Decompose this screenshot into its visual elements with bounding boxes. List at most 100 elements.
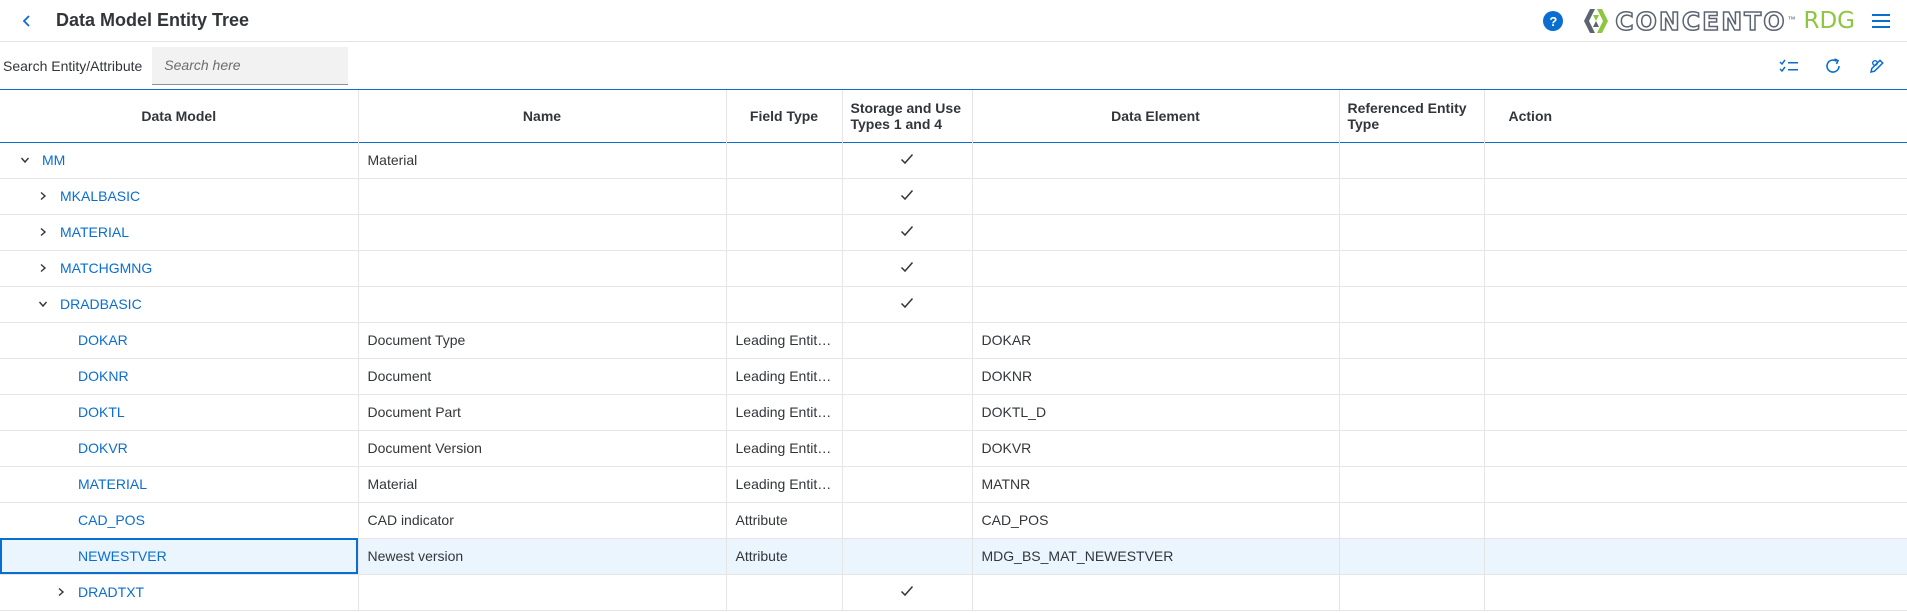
cell-referenced-entity bbox=[1339, 214, 1485, 250]
table-row[interactable]: DOKTL Document PartLeading Entity Type DOK… bbox=[0, 394, 1907, 430]
cell-field-type bbox=[726, 574, 843, 610]
tree-node-link[interactable]: MM bbox=[42, 152, 65, 168]
cell-data-model[interactable]: NEWESTVER bbox=[0, 538, 359, 574]
cell-data-model[interactable]: MM bbox=[0, 142, 359, 178]
col-header-name[interactable]: Name bbox=[358, 90, 727, 142]
table-row[interactable]: MKALBASIC bbox=[0, 178, 1907, 214]
menu-button[interactable] bbox=[1869, 9, 1893, 33]
cell-action bbox=[1484, 178, 1907, 214]
expand-toggle[interactable] bbox=[35, 188, 51, 204]
cell-data-model[interactable]: DOKTL bbox=[0, 394, 359, 430]
app-header: Data Model Entity Tree ? CONCENTO ™ RDG bbox=[0, 0, 1907, 42]
cell-data-model[interactable]: DOKNR bbox=[0, 358, 359, 394]
table-row[interactable]: DOKVR Document VersionLeading Entity Type… bbox=[0, 430, 1907, 466]
table-row[interactable]: MATERIAL bbox=[0, 214, 1907, 250]
tree-node-link[interactable]: DRADBASIC bbox=[60, 296, 142, 312]
cell-data-model[interactable]: MKALBASIC bbox=[0, 178, 359, 214]
table-row[interactable]: DRADTXT bbox=[0, 574, 1907, 610]
cell-storage bbox=[842, 574, 973, 610]
tree-node-link[interactable]: DOKTL bbox=[78, 404, 125, 420]
table-row[interactable]: MATCHGMNG bbox=[0, 250, 1907, 286]
cell-action bbox=[1484, 286, 1907, 322]
chevron-right-icon bbox=[40, 191, 47, 201]
storage-check bbox=[900, 189, 914, 201]
cell-data-model[interactable]: DRADTXT bbox=[0, 574, 359, 610]
tree-node-link[interactable]: MATERIAL bbox=[78, 476, 147, 492]
expand-toggle[interactable] bbox=[35, 260, 51, 276]
cell-storage bbox=[842, 322, 973, 358]
expand-toggle[interactable] bbox=[35, 296, 51, 312]
cell-action bbox=[1484, 250, 1907, 286]
table-row[interactable]: NEWESTVER Newest version Attribute MDG_BS_M… bbox=[0, 538, 1907, 574]
cell-name: Newest version bbox=[358, 538, 727, 574]
cell-name bbox=[358, 286, 727, 322]
cell-data-model[interactable]: DRADBASIC bbox=[0, 286, 359, 322]
refresh-button[interactable] bbox=[1819, 52, 1847, 80]
cell-field-type: Attribute bbox=[726, 502, 843, 538]
col-header-data-model[interactable]: Data Model bbox=[0, 90, 359, 142]
expand-toggle[interactable] bbox=[53, 584, 69, 600]
col-header-storage[interactable]: Storage and Use Types 1 and 4 bbox=[842, 90, 973, 142]
multi-select-button[interactable] bbox=[1775, 52, 1803, 80]
table-row[interactable]: DOKNR DocumentLeading Entity Type DOKNR bbox=[0, 358, 1907, 394]
table-row[interactable]: CAD_POS CAD indicator Attribute CAD_POS bbox=[0, 502, 1907, 538]
expand-toggle[interactable] bbox=[17, 152, 33, 168]
cell-storage bbox=[842, 142, 973, 178]
cell-referenced-entity bbox=[1339, 142, 1485, 178]
col-header-data-element[interactable]: Data Element bbox=[972, 90, 1340, 142]
tree-node-link[interactable]: MATERIAL bbox=[60, 224, 129, 240]
cell-storage bbox=[842, 214, 973, 250]
cell-data-element bbox=[972, 250, 1340, 286]
cell-data-model[interactable]: CAD_POS bbox=[0, 502, 359, 538]
back-button[interactable] bbox=[12, 6, 42, 36]
cell-referenced-entity bbox=[1339, 358, 1485, 394]
table-row[interactable]: MATERIAL MaterialLeading Entity Type MATNR bbox=[0, 466, 1907, 502]
cell-data-model[interactable]: MATERIAL bbox=[0, 214, 359, 250]
edit-button[interactable] bbox=[1863, 52, 1891, 80]
cell-action bbox=[1484, 574, 1907, 610]
cell-name bbox=[358, 250, 727, 286]
cell-storage bbox=[842, 430, 973, 466]
tree-node-link[interactable]: DOKAR bbox=[78, 332, 128, 348]
tree-node-link[interactable]: NEWESTVER bbox=[78, 548, 167, 564]
col-header-field-type[interactable]: Field Type bbox=[726, 90, 843, 142]
table-row[interactable]: DOKAR Document TypeLeading Entity Type DOK… bbox=[0, 322, 1907, 358]
tree-node-link[interactable]: CAD_POS bbox=[78, 512, 145, 528]
cell-referenced-entity bbox=[1339, 394, 1485, 430]
checkmark-icon bbox=[900, 262, 914, 273]
table-header-row: Data Model Name Field Type Storage and U… bbox=[0, 90, 1907, 142]
storage-check bbox=[900, 261, 914, 273]
col-header-referenced-entity[interactable]: Referenced Entity Type bbox=[1339, 90, 1485, 142]
cell-storage bbox=[842, 502, 973, 538]
cell-referenced-entity bbox=[1339, 250, 1485, 286]
cell-referenced-entity bbox=[1339, 466, 1485, 502]
logo-wordmark: CONCENTO bbox=[1615, 6, 1787, 37]
tree-node-link[interactable]: DOKNR bbox=[78, 368, 129, 384]
search-input[interactable] bbox=[152, 46, 349, 85]
table-row[interactable]: MM Material bbox=[0, 142, 1907, 178]
tree-node-link[interactable]: DOKVR bbox=[78, 440, 128, 456]
cell-action bbox=[1484, 142, 1907, 178]
cell-data-model[interactable]: DOKAR bbox=[0, 322, 359, 358]
cell-data-model[interactable]: DOKVR bbox=[0, 430, 359, 466]
cell-referenced-entity bbox=[1339, 322, 1485, 358]
cell-data-element: MDG_BS_MAT_NEWESTVER bbox=[972, 538, 1340, 574]
help-icon[interactable]: ? bbox=[1543, 11, 1564, 31]
storage-check bbox=[900, 297, 914, 309]
cell-data-element: CAD_POS bbox=[972, 502, 1340, 538]
cell-data-model[interactable]: MATCHGMNG bbox=[0, 250, 359, 286]
cell-name bbox=[358, 214, 727, 250]
tree-node-link[interactable]: MATCHGMNG bbox=[60, 260, 152, 276]
table-row[interactable]: DRADBASIC bbox=[0, 286, 1907, 322]
cell-referenced-entity bbox=[1339, 178, 1485, 214]
cell-data-element bbox=[972, 286, 1340, 322]
tree-node-link[interactable]: DRADTXT bbox=[78, 584, 144, 600]
cell-action bbox=[1484, 466, 1907, 502]
cell-data-element bbox=[972, 214, 1340, 250]
cell-field-type bbox=[726, 142, 843, 178]
col-header-action[interactable]: Action bbox=[1484, 90, 1907, 142]
cell-data-model[interactable]: MATERIAL bbox=[0, 466, 359, 502]
tree-node-link[interactable]: MKALBASIC bbox=[60, 188, 140, 204]
expand-toggle[interactable] bbox=[35, 224, 51, 240]
cell-name: CAD indicator bbox=[358, 502, 727, 538]
